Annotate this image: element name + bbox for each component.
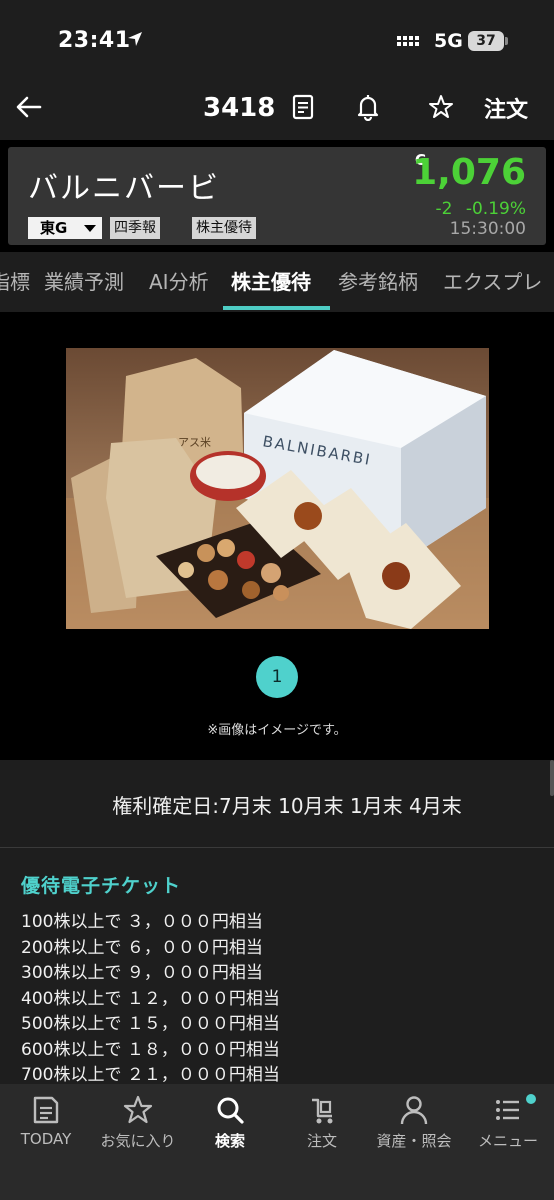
market-select-value: 東G bbox=[40, 219, 68, 237]
order-button[interactable]: 注文 bbox=[484, 92, 528, 124]
nav-order[interactable]: 注文 bbox=[276, 1084, 368, 1174]
cart-icon bbox=[312, 1098, 333, 1124]
shikiho-tag[interactable]: 四季報 bbox=[110, 217, 160, 239]
benefit-tier-list: 100株以上で ３，０００円相当 200株以上で ６，０００円相当 300株以上… bbox=[21, 910, 280, 1084]
stock-code: 3418 bbox=[203, 93, 276, 123]
market-select[interactable]: 東G bbox=[28, 217, 102, 239]
nav-favorites[interactable]: お気に入り bbox=[92, 1084, 184, 1174]
nav-today[interactable]: TODAY bbox=[0, 1084, 92, 1174]
nav-search[interactable]: 検索 bbox=[184, 1084, 276, 1174]
price-change: -2 -0.19% bbox=[436, 199, 527, 219]
list-item: 300株以上で ９，０００円相当 bbox=[21, 963, 263, 983]
active-tab-indicator bbox=[223, 306, 330, 310]
rice-bag-text: アス米 bbox=[178, 436, 211, 449]
stock-name: バルニバービ bbox=[28, 171, 220, 206]
tab-shareholder-benefits[interactable]: 株主優待 bbox=[231, 266, 311, 295]
list-item: 200株以上で ６，０００円相当 bbox=[21, 937, 263, 958]
list-item: 600株以上で １８，０００円相当 bbox=[21, 1039, 280, 1060]
benefit-details: 権利確定日:7月末 10月末 1月末 4月末 優待電子チケット 100株以上で … bbox=[0, 760, 554, 1084]
tab-ai-analysis[interactable]: AI分析 bbox=[149, 266, 209, 295]
tab-indicators[interactable]: 指標 bbox=[0, 266, 30, 295]
stock-summary-card: バルニバービ 東G 四季報 株主優待 C 1,076 -2 -0.19% 15:… bbox=[8, 147, 546, 245]
bell-icon[interactable] bbox=[354, 93, 382, 121]
location-arrow-icon bbox=[128, 32, 142, 46]
record-date: 権利確定日:7月末 10月末 1月末 4月末 bbox=[112, 794, 462, 818]
status-bar: 23:41 5G 37 bbox=[0, 0, 554, 80]
tab-express[interactable]: エクスプレ bbox=[443, 266, 542, 295]
benefit-tag[interactable]: 株主優待 bbox=[192, 217, 256, 239]
benefit-product-image[interactable]: BALNIBARBI アス米 bbox=[66, 348, 489, 629]
network-type: 5G bbox=[434, 30, 463, 52]
list-item: 100株以上で ３，０００円相当 bbox=[21, 912, 263, 932]
nav-assets[interactable]: 資産・照会 bbox=[368, 1084, 460, 1174]
change-value: -2 bbox=[435, 199, 453, 219]
change-percent: -0.19% bbox=[465, 199, 526, 219]
chevron-down-icon bbox=[84, 225, 96, 232]
benefit-image-gallery: BALNIBARBI アス米 1 ※画像はイメージです。 bbox=[0, 318, 554, 758]
person-icon bbox=[400, 1096, 428, 1125]
bottom-nav: TODAY お気に入り 検索 注文 資産・照会 メニュー bbox=[0, 1084, 554, 1200]
tab-forecast[interactable]: 業績予測 bbox=[44, 266, 124, 295]
status-time: 23:41 bbox=[58, 28, 131, 53]
nav-label: メニュー bbox=[477, 1132, 538, 1150]
tab-reference-stocks[interactable]: 参考銘柄 bbox=[338, 266, 418, 295]
back-arrow-icon[interactable] bbox=[14, 92, 44, 122]
search-icon bbox=[217, 1097, 244, 1124]
app-header: 3418 注文 bbox=[0, 80, 554, 140]
tab-bar: 指標 業績予測 AI分析 株主優待 参考銘柄 エクスプレ bbox=[0, 252, 554, 312]
star-icon[interactable] bbox=[427, 93, 455, 121]
nav-menu[interactable]: メニュー bbox=[462, 1084, 554, 1174]
benefit-title: 優待電子チケット bbox=[21, 875, 182, 897]
signal-icon bbox=[397, 36, 419, 46]
current-price: 1,076 bbox=[412, 152, 526, 193]
list-item: 500株以上で １５，０００円相当 bbox=[21, 1014, 280, 1034]
image-note: ※画像はイメージです。 bbox=[207, 723, 347, 738]
menu-icon bbox=[496, 1100, 519, 1120]
news-icon bbox=[33, 1096, 59, 1124]
battery-icon: 37 bbox=[468, 31, 504, 51]
gallery-page-indicator[interactable]: 1 bbox=[256, 656, 298, 698]
divider bbox=[0, 847, 554, 848]
star-icon bbox=[123, 1095, 153, 1124]
list-item: 700株以上で ２１，０００円相当 bbox=[21, 1065, 280, 1084]
price-time: 15:30:00 bbox=[449, 219, 526, 239]
document-icon[interactable] bbox=[289, 93, 317, 121]
notification-dot bbox=[526, 1094, 536, 1104]
battery-tip bbox=[505, 37, 508, 45]
list-item: 400株以上で １２，０００円相当 bbox=[21, 988, 280, 1009]
